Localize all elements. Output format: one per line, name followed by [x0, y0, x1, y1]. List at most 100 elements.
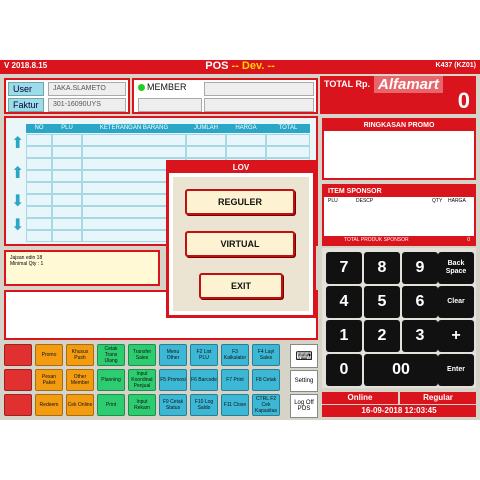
- key-5[interactable]: 5: [364, 286, 400, 318]
- function-key[interactable]: [4, 344, 32, 366]
- promo-title: RINGKASAN PROMO: [324, 120, 474, 131]
- function-key[interactable]: Transfer Sales: [128, 344, 156, 366]
- member-status-icon: [138, 84, 145, 91]
- virtual-button[interactable]: VIRTUAL: [185, 231, 295, 257]
- setting-button[interactable]: Setting: [290, 370, 318, 392]
- table-cell: [266, 146, 310, 158]
- function-key[interactable]: F5 Promosi: [159, 369, 187, 391]
- function-key[interactable]: F9 Cetak Status: [159, 394, 187, 416]
- dev-label: -- Dev. --: [231, 60, 275, 72]
- enter-key[interactable]: Enter: [438, 354, 474, 386]
- table-cell: [82, 134, 186, 146]
- reguler-button[interactable]: REGULER: [185, 189, 295, 215]
- table-cell: [266, 134, 310, 146]
- status-datetime: 16-09-2018 12:03:45: [322, 405, 476, 417]
- arrow-up-icon[interactable]: ⬆: [11, 136, 24, 152]
- function-key[interactable]: Cetak Trans Ulang: [97, 344, 125, 366]
- function-key[interactable]: Input Rekam: [128, 394, 156, 416]
- table-cell: [52, 182, 82, 194]
- key-6[interactable]: 6: [402, 286, 438, 318]
- keypad: 7 8 9 Back Space 4 5 6 Clear 1 2 3 + 0 0…: [322, 248, 476, 388]
- table-cell: [26, 146, 52, 158]
- arrow-down-icon[interactable]: ⬇: [11, 218, 24, 234]
- function-key[interactable]: Cek Online: [66, 394, 94, 416]
- function-key[interactable]: F2 List PLU: [190, 344, 218, 366]
- member-panel: MEMBER: [132, 78, 318, 114]
- function-key[interactable]: Planning: [97, 369, 125, 391]
- table-cell: [26, 218, 52, 230]
- key-2[interactable]: 2: [364, 320, 400, 352]
- function-key[interactable]: Print: [97, 394, 125, 416]
- key-4[interactable]: 4: [326, 286, 362, 318]
- function-key[interactable]: F10 Log Saldo: [190, 394, 218, 416]
- backspace-key[interactable]: Back Space: [438, 252, 474, 284]
- lov-title: LOV: [169, 163, 313, 173]
- table-cell: [226, 134, 266, 146]
- function-key[interactable]: Menu Other: [159, 344, 187, 366]
- key-00[interactable]: 00: [364, 354, 438, 386]
- keyboard-icon[interactable]: ⌨: [290, 344, 318, 368]
- sponsor-col-harga: HARGA: [448, 198, 466, 204]
- total-label: TOTAL Rp.: [324, 79, 370, 89]
- logoff-button[interactable]: Log Off POS: [290, 394, 318, 418]
- table-cell: [226, 146, 266, 158]
- info-line-1: Jajsan edin 18: [10, 255, 43, 261]
- function-keys: Promo Khusus Push Cetak Trans Ulang Transfe…: [4, 344, 288, 418]
- table-cell: [186, 146, 226, 158]
- status-online: Online: [322, 392, 398, 404]
- table-cell: [52, 194, 82, 206]
- key-8[interactable]: 8: [364, 252, 400, 284]
- table-cell: [52, 146, 82, 158]
- function-key[interactable]: F4 Layl Sales: [252, 344, 280, 366]
- function-key[interactable]: F6 Barcode: [190, 369, 218, 391]
- info-box: Jajsan edin 18 Minimal Qty : 1: [4, 250, 160, 286]
- key-1[interactable]: 1: [326, 320, 362, 352]
- key-9[interactable]: 9: [402, 252, 438, 284]
- function-key[interactable]: Promo: [35, 344, 63, 366]
- exit-button[interactable]: EXIT: [199, 273, 283, 299]
- table-cell: [26, 230, 52, 242]
- table-cell: [186, 134, 226, 146]
- sponsor-panel: ITEM SPONSOR PLU DESCP QTY HARGA TOTAL P…: [322, 184, 476, 246]
- table-cell: [26, 158, 52, 170]
- member-field-1[interactable]: [204, 82, 314, 96]
- store-code: K437 (KZ01): [435, 62, 476, 69]
- table-cell: [52, 170, 82, 182]
- function-key[interactable]: F8 Cetak: [252, 369, 280, 391]
- sponsor-col-qty: QTY: [432, 198, 443, 204]
- function-key[interactable]: F11 Close: [221, 394, 249, 416]
- member-label: MEMBER: [147, 82, 187, 92]
- function-key[interactable]: [4, 394, 32, 416]
- key-3[interactable]: 3: [402, 320, 438, 352]
- app-title: POS -- Dev. --: [0, 60, 480, 72]
- function-key[interactable]: [4, 369, 32, 391]
- arrow-down-small-icon[interactable]: ⬇: [11, 194, 24, 210]
- function-key[interactable]: Redeem: [35, 394, 63, 416]
- table-cell: [26, 194, 52, 206]
- table-cell: [26, 134, 52, 146]
- table-cell: [52, 206, 82, 218]
- user-value: JAKA.SLAMETO: [48, 82, 126, 96]
- status-type: Regular: [400, 392, 476, 404]
- arrow-up-small-icon[interactable]: ⬆: [11, 166, 24, 182]
- function-key[interactable]: CTRL F2 Cek Kapasitas: [252, 394, 280, 416]
- col-total: TOTAL: [266, 124, 310, 133]
- function-key[interactable]: F7 Print: [221, 369, 249, 391]
- function-key[interactable]: Other Member: [66, 369, 94, 391]
- member-field-2[interactable]: [138, 98, 202, 112]
- table-cell: [82, 146, 186, 158]
- table-cell: [52, 230, 82, 242]
- function-key[interactable]: Input Koordinat Penjual: [128, 369, 156, 391]
- function-key[interactable]: F3 Kalkulator: [221, 344, 249, 366]
- key-7[interactable]: 7: [326, 252, 362, 284]
- clear-key[interactable]: Clear: [438, 286, 474, 318]
- function-key[interactable]: Pesan Paket: [35, 369, 63, 391]
- member-field-3[interactable]: [204, 98, 314, 112]
- plus-key[interactable]: +: [438, 320, 474, 352]
- col-qty: JUMLAH: [186, 124, 226, 133]
- table-cell: [26, 182, 52, 194]
- function-key[interactable]: Khusus Push: [66, 344, 94, 366]
- sponsor-title: ITEM SPONSOR: [324, 186, 474, 197]
- sponsor-col-desc: DESCP: [356, 198, 374, 204]
- key-0[interactable]: 0: [326, 354, 362, 386]
